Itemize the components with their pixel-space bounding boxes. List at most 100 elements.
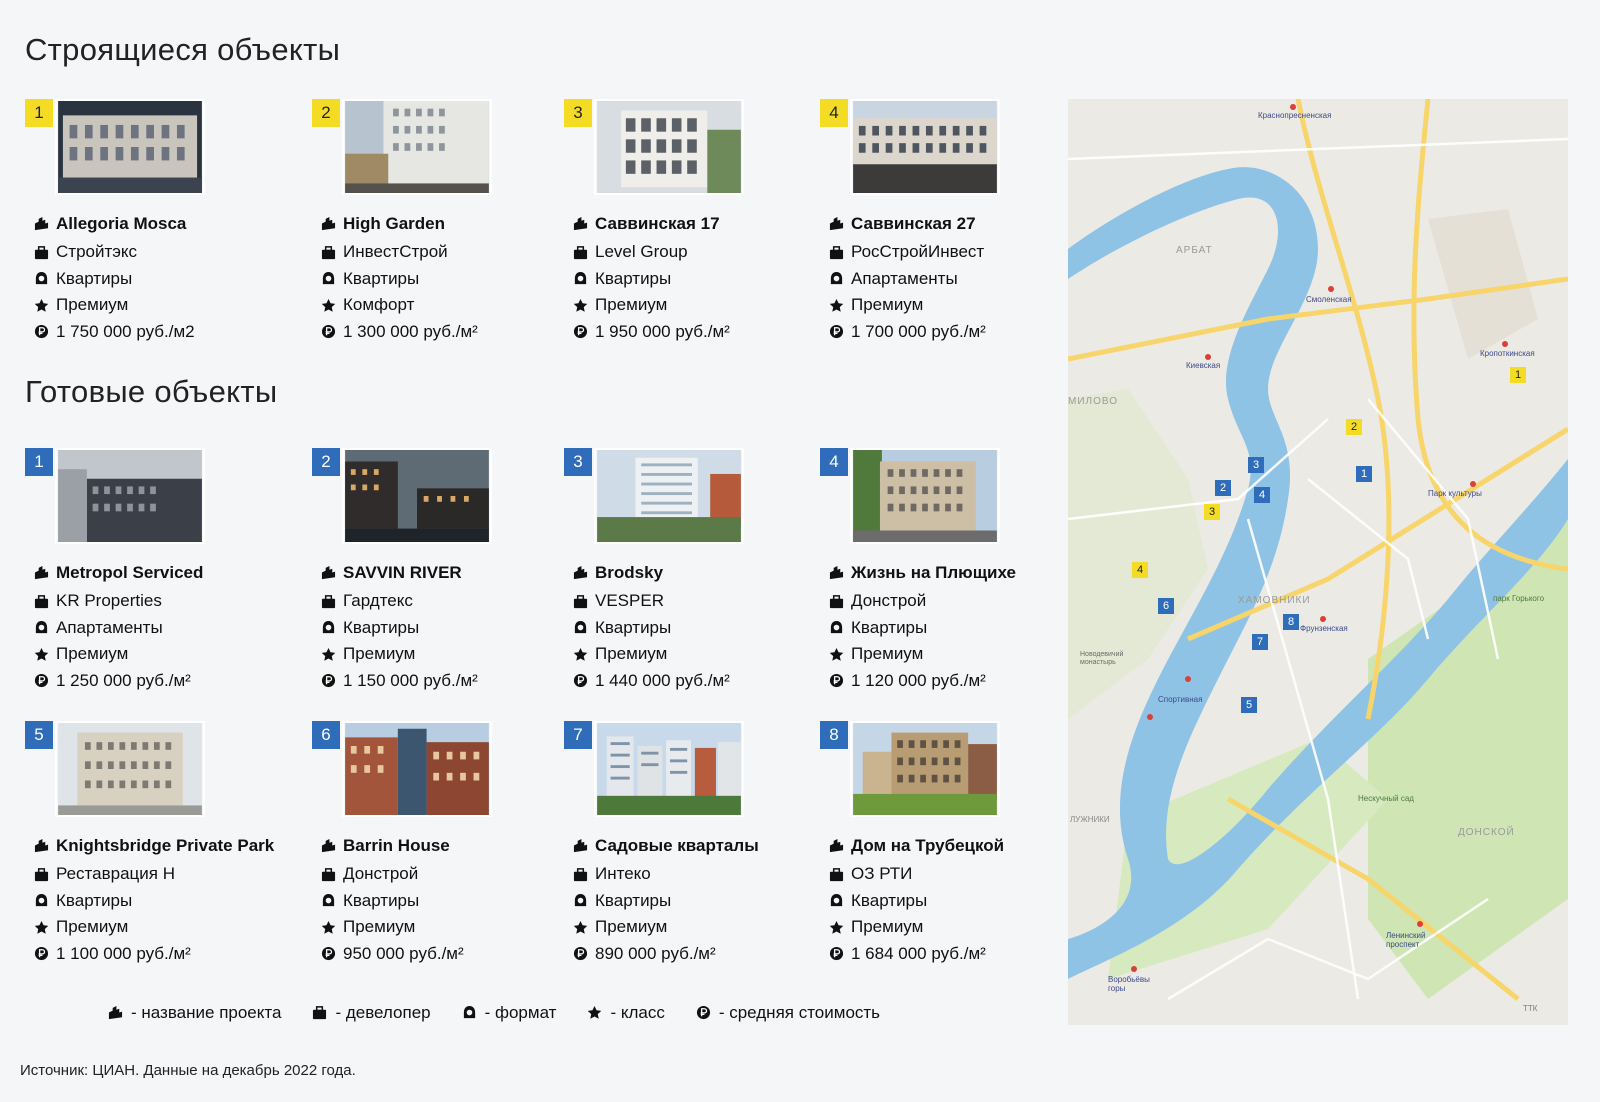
- legend-developer: - девелопер: [335, 1003, 431, 1022]
- format-icon: [33, 620, 49, 636]
- briefcase-icon: [572, 244, 588, 260]
- map-pin-ready-5[interactable]: 5: [1241, 697, 1257, 713]
- project-name: Barrin House: [343, 835, 450, 855]
- project-price: 1 100 000 руб./м²: [56, 943, 191, 963]
- map-pin-building-1[interactable]: 1: [1510, 367, 1526, 383]
- briefcase-icon: [828, 244, 844, 260]
- project-price: 1 700 000 руб./м²: [851, 321, 986, 341]
- map-label-smolenskaya: Смоленская: [1306, 295, 1352, 304]
- ruble-icon: [572, 324, 588, 340]
- star-icon: [33, 646, 49, 662]
- project-developer: VESPER: [595, 591, 664, 611]
- project-format: Квартиры: [343, 890, 420, 910]
- project-class: Премиум: [595, 917, 668, 937]
- ruble-icon: [696, 1005, 712, 1021]
- project-class: Премиум: [343, 917, 416, 937]
- map-label-kievskaya: Киевская: [1186, 361, 1221, 370]
- project-number-badge: 7: [564, 721, 592, 749]
- map-pin-ready-3[interactable]: 3: [1248, 457, 1264, 473]
- project-price: 890 000 руб./м²: [595, 943, 716, 963]
- ruble-icon: [320, 673, 336, 689]
- map-label-ttk: ТТК: [1523, 1004, 1538, 1013]
- project-class: Премиум: [56, 644, 129, 664]
- map-pin-building-3[interactable]: 3: [1204, 504, 1220, 520]
- project-photo: [342, 99, 492, 195]
- map-pin-building-2[interactable]: 2: [1346, 419, 1362, 435]
- project-photo: [594, 448, 744, 544]
- project-format: Квартиры: [595, 617, 672, 637]
- building-icon: [572, 216, 588, 232]
- project-photo: [342, 721, 492, 817]
- format-icon: [828, 620, 844, 636]
- project-number-badge: 1: [25, 99, 53, 127]
- star-icon: [587, 1005, 603, 1021]
- project-name: Саввинская 17: [595, 213, 720, 233]
- briefcase-icon: [33, 593, 49, 609]
- format-icon: [572, 620, 588, 636]
- project-developer: Реставрация Н: [56, 864, 175, 884]
- map-pin-ready-8[interactable]: 8: [1283, 614, 1299, 630]
- map-pin-building-4[interactable]: 4: [1132, 562, 1148, 578]
- star-icon: [828, 919, 844, 935]
- project-price: 950 000 руб./м²: [343, 943, 464, 963]
- project-price: 1 300 000 руб./м²: [343, 321, 478, 341]
- star-icon: [320, 919, 336, 935]
- project-name: Allegoria Mosca: [56, 213, 187, 233]
- project-developer: Гардтекс: [343, 591, 413, 611]
- map-pin-ready-4[interactable]: 4: [1254, 487, 1270, 503]
- building-icon: [33, 838, 49, 854]
- map-label-novodevichy: Новодевичий монастырь: [1080, 651, 1124, 666]
- format-icon: [320, 271, 336, 287]
- section-title-building: Строящиеся объекты: [25, 32, 341, 67]
- project-number-badge: 2: [312, 448, 340, 476]
- map-label-donskoy: ДОНСКОЙ: [1458, 827, 1515, 838]
- briefcase-icon: [828, 593, 844, 609]
- building-icon: [320, 838, 336, 854]
- briefcase-icon: [320, 866, 336, 882]
- project-class: Премиум: [851, 644, 924, 664]
- project-price: 1 150 000 руб./м²: [343, 670, 478, 690]
- project-developer: KR Properties: [56, 591, 162, 611]
- project-name: Brodsky: [595, 562, 664, 582]
- briefcase-icon: [33, 244, 49, 260]
- star-icon: [572, 919, 588, 935]
- briefcase-icon: [828, 866, 844, 882]
- project-price: 1 684 000 руб./м²: [851, 943, 986, 963]
- project-name: Жизнь на Плющихе: [851, 562, 1016, 582]
- building-icon: [572, 565, 588, 581]
- map-pin-ready-1[interactable]: 1: [1356, 466, 1372, 482]
- project-developer: РосСтройИнвест: [851, 242, 985, 262]
- briefcase-icon: [320, 593, 336, 609]
- project-name: High Garden: [343, 213, 446, 233]
- format-icon: [828, 271, 844, 287]
- project-developer: ИнвестСтрой: [343, 242, 448, 262]
- project-class: Премиум: [343, 644, 416, 664]
- briefcase-icon: [572, 866, 588, 882]
- project-format: Квартиры: [343, 617, 420, 637]
- map-label-dorogomilovo: МИЛОВО: [1068, 396, 1118, 407]
- project-photo: [342, 448, 492, 544]
- map-label-kropotkinskaya: Кропоткинская: [1480, 349, 1535, 358]
- project-format: Квартиры: [343, 268, 420, 288]
- map-pin-ready-6[interactable]: 6: [1158, 598, 1174, 614]
- project-developer: Донстрой: [343, 864, 419, 884]
- ruble-icon: [33, 946, 49, 962]
- project-format: Квартиры: [595, 268, 672, 288]
- map-pin-ready-7[interactable]: 7: [1252, 634, 1268, 650]
- map[interactable]: АРБАТ ХАМОВНИКИ ДОНСКОЙ ЛУЖНИКИ парк Гор…: [1068, 99, 1568, 1025]
- project-class: Комфорт: [343, 295, 415, 315]
- map-label-sportivnaya: Спортивная: [1158, 695, 1203, 704]
- map-label-arbat: АРБАТ: [1176, 245, 1213, 256]
- project-photo: [55, 448, 205, 544]
- map-pin-ready-2[interactable]: 2: [1215, 480, 1231, 496]
- star-icon: [572, 646, 588, 662]
- project-format: Квартиры: [595, 890, 672, 910]
- star-icon: [33, 297, 49, 313]
- map-label-vorobyovy: Воробьёвы горы: [1108, 975, 1150, 993]
- project-format: Квартиры: [56, 268, 133, 288]
- map-label-frunzenskaya: Фрунзенская: [1300, 624, 1348, 633]
- ruble-icon: [828, 946, 844, 962]
- format-icon: [572, 271, 588, 287]
- briefcase-icon: [320, 244, 336, 260]
- project-number-badge: 3: [564, 99, 592, 127]
